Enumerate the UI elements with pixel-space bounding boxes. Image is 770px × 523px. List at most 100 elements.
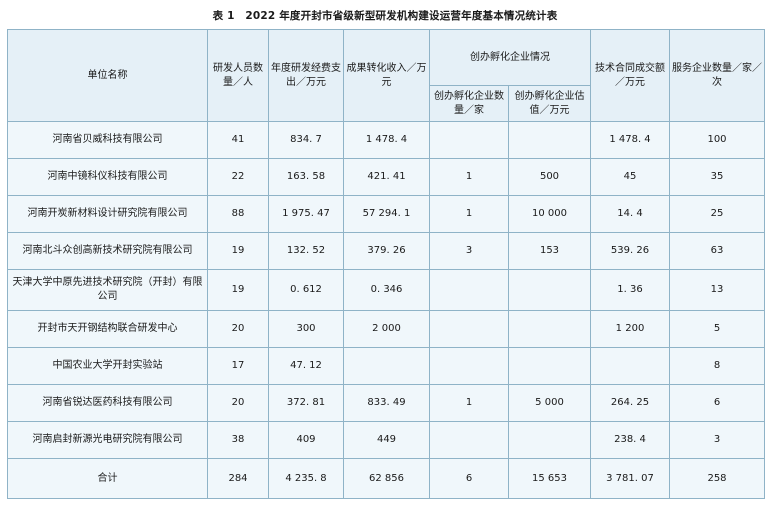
cell-income: 449 xyxy=(343,421,430,459)
cell-income: 2 000 xyxy=(343,310,430,348)
cell-incubation-count xyxy=(429,310,509,348)
cell-incubation-count: 1 xyxy=(429,195,509,233)
cell-income: 833. 49 xyxy=(343,384,430,422)
table-row: 河南开炭新材料设计研究院有限公司 88 1 975. 47 57 294. 1 … xyxy=(7,195,765,233)
cell-expense: 47. 12 xyxy=(268,347,344,385)
cell-incubation-count xyxy=(429,421,509,459)
cell-incubation-count: 1 xyxy=(429,158,509,196)
cell-income: 379. 26 xyxy=(343,232,430,270)
cell-staff: 20 xyxy=(207,310,269,348)
cell-incubation-count: 3 xyxy=(429,232,509,270)
header-expense: 年度研发经费支出／万元 xyxy=(268,29,344,122)
cell-incubation-value xyxy=(508,121,591,159)
cell-unit: 河南北斗众创高新技术研究院有限公司 xyxy=(7,232,208,270)
cell-income: 0. 346 xyxy=(343,269,430,311)
cell-contract: 264. 25 xyxy=(590,384,670,422)
cell-staff: 38 xyxy=(207,421,269,459)
cell-service: 25 xyxy=(669,195,765,233)
cell-income: 57 294. 1 xyxy=(343,195,430,233)
cell-contract: 14. 4 xyxy=(590,195,670,233)
cell-service: 13 xyxy=(669,269,765,311)
cell-service: 63 xyxy=(669,232,765,270)
cell-service: 6 xyxy=(669,384,765,422)
cell-incubation-count xyxy=(429,121,509,159)
cell-service: 35 xyxy=(669,158,765,196)
cell-total-contract: 3 781. 07 xyxy=(590,458,670,499)
cell-contract xyxy=(590,347,670,385)
cell-unit: 河南中镜科仪科技有限公司 xyxy=(7,158,208,196)
cell-total-service: 258 xyxy=(669,458,765,499)
cell-unit: 开封市天开钢结构联合研发中心 xyxy=(7,310,208,348)
cell-staff: 41 xyxy=(207,121,269,159)
cell-income: 421. 41 xyxy=(343,158,430,196)
cell-total-income: 62 856 xyxy=(343,458,430,499)
cell-service: 3 xyxy=(669,421,765,459)
cell-contract: 238. 4 xyxy=(590,421,670,459)
cell-unit: 天津大学中原先进技术研究院（开封）有限公司 xyxy=(7,269,208,311)
cell-contract: 1 478. 4 xyxy=(590,121,670,159)
cell-unit: 河南启封新源光电研究院有限公司 xyxy=(7,421,208,459)
cell-expense: 834. 7 xyxy=(268,121,344,159)
cell-total-incubation-value: 15 653 xyxy=(508,458,591,499)
cell-unit: 中国农业大学开封实验站 xyxy=(7,347,208,385)
table-caption: 表 1 2022 年度开封市省级新型研发机构建设运营年度基本情况统计表 xyxy=(212,10,558,22)
cell-incubation-value: 10 000 xyxy=(508,195,591,233)
cell-contract: 1 200 xyxy=(590,310,670,348)
table-row: 河南北斗众创高新技术研究院有限公司 19 132. 52 379. 26 3 1… xyxy=(7,232,765,270)
cell-service: 8 xyxy=(669,347,765,385)
cell-staff: 88 xyxy=(207,195,269,233)
cell-income: 1 478. 4 xyxy=(343,121,430,159)
cell-incubation-value: 5 000 xyxy=(508,384,591,422)
cell-expense: 409 xyxy=(268,421,344,459)
cell-contract: 539. 26 xyxy=(590,232,670,270)
cell-incubation-value xyxy=(508,421,591,459)
cell-staff: 20 xyxy=(207,384,269,422)
cell-expense: 372. 81 xyxy=(268,384,344,422)
cell-service: 100 xyxy=(669,121,765,159)
header-staff: 研发人员数量／人 xyxy=(207,29,269,122)
cell-incubation-count: 1 xyxy=(429,384,509,422)
cell-incubation-value: 153 xyxy=(508,232,591,270)
cell-expense: 0. 612 xyxy=(268,269,344,311)
cell-service: 5 xyxy=(669,310,765,348)
cell-contract: 45 xyxy=(590,158,670,196)
cell-incubation-count xyxy=(429,347,509,385)
table-row: 河南中镜科仪科技有限公司 22 163. 58 421. 41 1 500 45… xyxy=(7,158,765,196)
statistics-table: 单位名称 研发人员数量／人 年度研发经费支出／万元 成果转化收入／万元 创办孵化… xyxy=(7,29,765,499)
header-contract: 技术合同成交额／万元 xyxy=(590,29,670,122)
cell-staff: 19 xyxy=(207,232,269,270)
cell-expense: 163. 58 xyxy=(268,158,344,196)
cell-staff: 19 xyxy=(207,269,269,311)
table-row: 河南省贝威科技有限公司 41 834. 7 1 478. 4 1 478. 4 … xyxy=(7,121,765,159)
header-incubation-count: 创办孵化企业数量／家 xyxy=(429,85,509,122)
header-incubation-group: 创办孵化企业情况 xyxy=(429,29,591,86)
cell-income xyxy=(343,347,430,385)
cell-incubation-value: 500 xyxy=(508,158,591,196)
table-row: 河南省锐达医药科技有限公司 20 372. 81 833. 49 1 5 000… xyxy=(7,384,765,422)
cell-incubation-count xyxy=(429,269,509,311)
cell-total-incubation-count: 6 xyxy=(429,458,509,499)
cell-expense: 300 xyxy=(268,310,344,348)
cell-incubation-value xyxy=(508,310,591,348)
cell-unit: 河南开炭新材料设计研究院有限公司 xyxy=(7,195,208,233)
cell-unit: 河南省贝威科技有限公司 xyxy=(7,121,208,159)
cell-total-staff: 284 xyxy=(207,458,269,499)
table-row: 天津大学中原先进技术研究院（开封）有限公司 19 0. 612 0. 346 1… xyxy=(7,269,765,311)
cell-unit: 河南省锐达医药科技有限公司 xyxy=(7,384,208,422)
table-row: 河南启封新源光电研究院有限公司 38 409 449 238. 4 3 xyxy=(7,421,765,459)
cell-staff: 22 xyxy=(207,158,269,196)
cell-expense: 1 975. 47 xyxy=(268,195,344,233)
cell-incubation-value xyxy=(508,347,591,385)
cell-incubation-value xyxy=(508,269,591,311)
cell-expense: 132. 52 xyxy=(268,232,344,270)
header-income: 成果转化收入／万元 xyxy=(343,29,430,122)
cell-total-label: 合计 xyxy=(7,458,208,499)
table-row: 中国农业大学开封实验站 17 47. 12 8 xyxy=(7,347,765,385)
header-service: 服务企业数量／家／次 xyxy=(669,29,765,122)
total-row: 合计 284 4 235. 8 62 856 6 15 653 3 781. 0… xyxy=(7,458,765,499)
cell-total-expense: 4 235. 8 xyxy=(268,458,344,499)
cell-staff: 17 xyxy=(207,347,269,385)
cell-contract: 1. 36 xyxy=(590,269,670,311)
table-row: 开封市天开钢结构联合研发中心 20 300 2 000 1 200 5 xyxy=(7,310,765,348)
header-incubation-value: 创办孵化企业估值／万元 xyxy=(508,85,591,122)
